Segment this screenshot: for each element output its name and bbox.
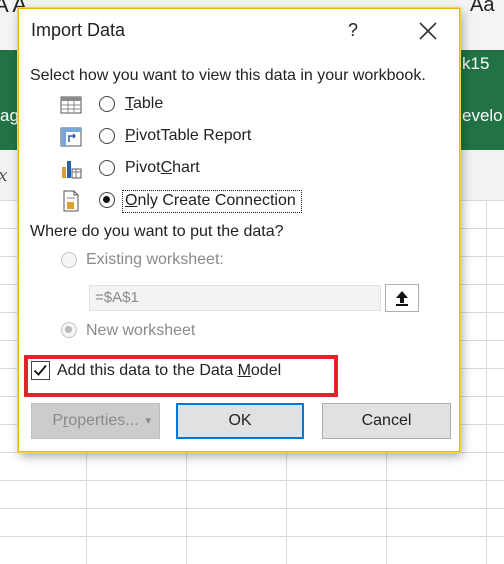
ribbon-tab-fragment-right[interactable]: evelo <box>462 106 503 126</box>
collapse-dialog-button[interactable] <box>385 284 419 312</box>
option-connection-label: Only Create Connection <box>125 192 296 209</box>
view-prompt: Select how you want to view this data in… <box>30 67 426 84</box>
arrow-up-icon <box>396 291 408 306</box>
radio-pivottable[interactable] <box>99 128 115 144</box>
option-pivottable-label: PivotTable Report <box>125 127 252 144</box>
close-icon <box>419 22 437 40</box>
new-worksheet-label: New worksheet <box>86 322 196 339</box>
connection-icon <box>63 190 79 212</box>
import-data-dialog: Import Data ? Select how you want to vie… <box>18 8 460 452</box>
radio-new-worksheet[interactable] <box>61 322 77 338</box>
cancel-button[interactable]: Cancel <box>322 403 451 439</box>
radio-existing-worksheet[interactable] <box>61 252 77 268</box>
properties-button[interactable]: Properties... ▾ <box>31 403 160 439</box>
pivottable-icon <box>60 127 82 147</box>
option-table-label: Table <box>125 95 164 112</box>
location-prompt: Where do you want to put the data? <box>30 223 284 240</box>
cell-reference-input[interactable]: =$A$1 <box>89 285 381 311</box>
ribbon-style-fragment: Aa <box>470 0 495 16</box>
table-icon <box>60 96 82 114</box>
dropdown-chevron-icon: ▾ <box>145 415 151 427</box>
dialog-title: Import Data <box>31 20 126 40</box>
fx-icon: x <box>0 166 8 186</box>
help-button[interactable]: ? <box>341 17 365 43</box>
ribbon-tab-fragment-left[interactable]: ag <box>0 106 19 126</box>
ok-button[interactable]: OK <box>176 403 304 439</box>
radio-pivotchart[interactable] <box>99 160 115 176</box>
radio-table[interactable] <box>99 96 115 112</box>
close-button[interactable] <box>415 16 441 44</box>
option-pivotchart-label: PivotChart <box>125 159 200 176</box>
workbook-name-fragment: k15 <box>462 54 490 73</box>
radio-only-create-connection[interactable] <box>99 192 115 208</box>
pivotchart-icon <box>62 161 82 179</box>
existing-worksheet-label: Existing worksheet: <box>86 251 224 268</box>
red-highlight-box <box>24 355 338 397</box>
